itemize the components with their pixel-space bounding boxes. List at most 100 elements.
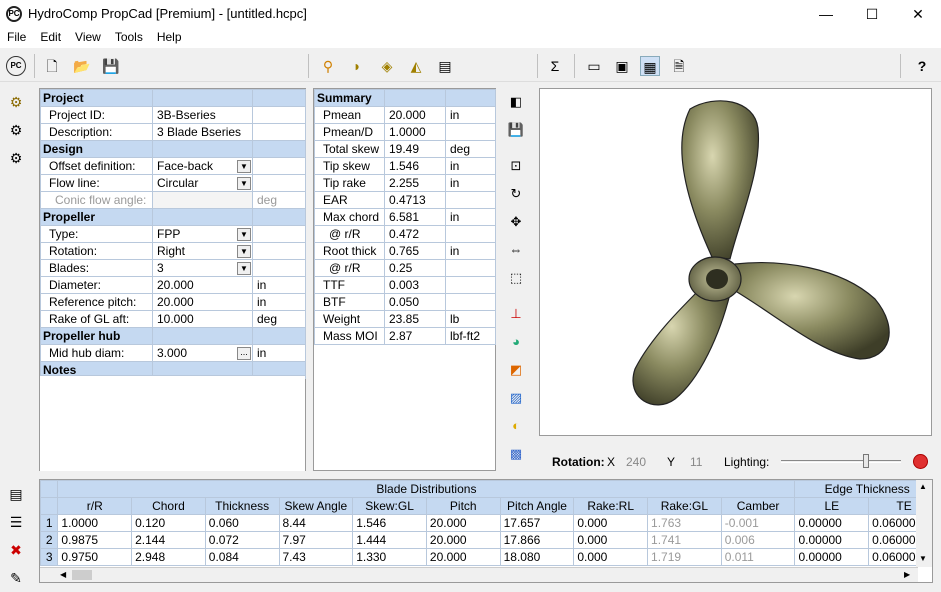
- table-cell[interactable]: 18.080: [499, 548, 575, 566]
- table-cell[interactable]: 20.000: [425, 531, 501, 549]
- menu-view[interactable]: View: [68, 28, 108, 46]
- report-book-icon[interactable]: ▤: [435, 56, 455, 76]
- table-view-icon[interactable]: ▤: [6, 484, 26, 504]
- 3d-view-icon[interactable]: ▦: [640, 56, 660, 76]
- table-cell[interactable]: 1.0000: [57, 514, 133, 532]
- scroll-down-icon[interactable]: ▼: [919, 554, 927, 563]
- menu-tools[interactable]: Tools: [108, 28, 150, 46]
- table-cell[interactable]: 0.00000: [794, 531, 870, 549]
- menu-help[interactable]: Help: [150, 28, 189, 46]
- rotate-icon[interactable]: ↻: [506, 184, 526, 204]
- column-header[interactable]: Skew:GL: [352, 497, 427, 515]
- axes-icon[interactable]: ⊥: [506, 304, 526, 324]
- table-cell[interactable]: 0.011: [720, 548, 796, 566]
- lighting-icon[interactable]: ◐: [506, 416, 526, 436]
- propeller-wizard-icon[interactable]: ⚲: [318, 56, 338, 76]
- box-icon[interactable]: ▨: [506, 388, 526, 408]
- table-cell[interactable]: 1.719: [647, 548, 722, 566]
- pitch-tool-icon[interactable]: ◈: [377, 56, 397, 76]
- project-id-field[interactable]: 3B-Bseries: [152, 106, 253, 124]
- table-cell[interactable]: 7.43: [278, 548, 354, 566]
- chevron-down-icon[interactable]: ▼: [237, 177, 251, 190]
- zoom-window-icon[interactable]: ⬚: [506, 268, 526, 288]
- cube-view-icon[interactable]: ◧: [506, 92, 526, 112]
- maximize-button[interactable]: ☐: [849, 0, 895, 28]
- offset-definition-select[interactable]: Face-back ▼: [152, 157, 253, 175]
- rotation-select[interactable]: Right ▼: [152, 242, 253, 260]
- save-image-icon[interactable]: 💾: [506, 120, 526, 140]
- column-header[interactable]: Pitch: [425, 497, 501, 515]
- save-icon[interactable]: 💾: [101, 56, 121, 76]
- table-cell[interactable]: 0.00000: [794, 514, 870, 532]
- row-number[interactable]: 1: [40, 514, 59, 532]
- row-number[interactable]: 2: [40, 531, 59, 549]
- edit-row-icon[interactable]: ✎: [6, 568, 26, 588]
- column-header[interactable]: Rake:RL: [573, 497, 649, 515]
- shading-icon[interactable]: ◕: [506, 332, 526, 352]
- table-cell[interactable]: 0.000: [573, 514, 649, 532]
- rake-gl-aft-field[interactable]: 10.000: [152, 310, 253, 328]
- table-cell[interactable]: 0.084: [204, 548, 280, 566]
- insert-row-icon[interactable]: ☰: [6, 512, 26, 532]
- blades-select[interactable]: 3 ▼: [152, 259, 253, 277]
- rotation-y-value[interactable]: 11: [690, 455, 702, 469]
- column-header[interactable]: Rake:GL: [647, 497, 722, 515]
- help-icon[interactable]: ?: [912, 56, 932, 76]
- 3d-viewport[interactable]: [539, 88, 932, 436]
- notes-textarea[interactable]: [40, 375, 305, 471]
- chevron-down-icon[interactable]: ▼: [237, 262, 251, 275]
- horizontal-scrollbar[interactable]: ◀ ▶: [40, 567, 918, 582]
- material-icon[interactable]: ◩: [506, 360, 526, 380]
- column-header[interactable]: LE: [794, 497, 870, 515]
- reference-pitch-field[interactable]: 20.000: [152, 293, 253, 311]
- flip-icon[interactable]: ⇔: [506, 240, 526, 260]
- column-header[interactable]: Chord: [131, 497, 206, 515]
- flow-line-select[interactable]: Circular ▼: [152, 174, 253, 192]
- menu-file[interactable]: File: [0, 28, 33, 46]
- chevron-down-icon[interactable]: ▼: [237, 160, 251, 173]
- record-icon[interactable]: [913, 454, 928, 469]
- table-cell[interactable]: 1.330: [352, 548, 427, 566]
- table-cell[interactable]: 0.072: [204, 531, 280, 549]
- scroll-up-icon[interactable]: ▲: [919, 482, 927, 491]
- document-view-icon[interactable]: 🗎: [669, 56, 689, 76]
- table-cell[interactable]: 0.006: [720, 531, 796, 549]
- description-field[interactable]: 3 Blade Bseries: [152, 123, 253, 141]
- table-cell[interactable]: 0.060: [204, 514, 280, 532]
- pan-icon[interactable]: ✥: [506, 212, 526, 232]
- minimize-button[interactable]: —: [803, 0, 849, 28]
- new-file-icon[interactable]: 🗋: [42, 56, 62, 76]
- scroll-right-icon[interactable]: ▶: [904, 570, 910, 579]
- rotation-x-value[interactable]: 240: [626, 455, 646, 469]
- blade-section-icon[interactable]: ◗: [347, 56, 367, 76]
- table-cell[interactable]: -0.001: [720, 514, 796, 532]
- chart-view-icon[interactable]: ▭: [584, 56, 604, 76]
- table-cell[interactable]: 0.00000: [794, 548, 870, 566]
- column-header[interactable]: Pitch Angle: [499, 497, 575, 515]
- delete-row-icon[interactable]: ✖: [6, 540, 26, 560]
- menu-edit[interactable]: Edit: [33, 28, 68, 46]
- column-header[interactable]: r/R: [57, 497, 133, 515]
- table-cell[interactable]: 17.866: [499, 531, 575, 549]
- ellipsis-button[interactable]: ...: [237, 347, 251, 360]
- lighting-slider-thumb[interactable]: [863, 454, 870, 468]
- table-cell[interactable]: 0.9750: [57, 548, 133, 566]
- project-settings-icon[interactable]: ⚙: [6, 92, 26, 112]
- table-cell[interactable]: 2.948: [131, 548, 206, 566]
- scroll-left-icon[interactable]: ◀: [60, 570, 66, 579]
- table-cell[interactable]: 20.000: [425, 548, 501, 566]
- drawing-view-icon[interactable]: ▣: [612, 56, 632, 76]
- table-cell[interactable]: 1.741: [647, 531, 722, 549]
- type-select[interactable]: FPP ▼: [152, 225, 253, 243]
- summary-sigma-icon[interactable]: Σ: [545, 56, 565, 76]
- table-cell[interactable]: 0.000: [573, 531, 649, 549]
- column-header[interactable]: Thickness: [204, 497, 280, 515]
- zoom-fit-icon[interactable]: ⊡: [506, 156, 526, 176]
- row-number[interactable]: 3: [40, 548, 59, 566]
- table-cell[interactable]: 1.763: [647, 514, 722, 532]
- diameter-field[interactable]: 20.000: [152, 276, 253, 294]
- mid-hub-diam-field[interactable]: 3.000...: [152, 344, 253, 362]
- column-header[interactable]: Skew Angle: [278, 497, 354, 515]
- color-map-icon[interactable]: ▩: [506, 444, 526, 464]
- lighting-slider-track[interactable]: [781, 454, 901, 468]
